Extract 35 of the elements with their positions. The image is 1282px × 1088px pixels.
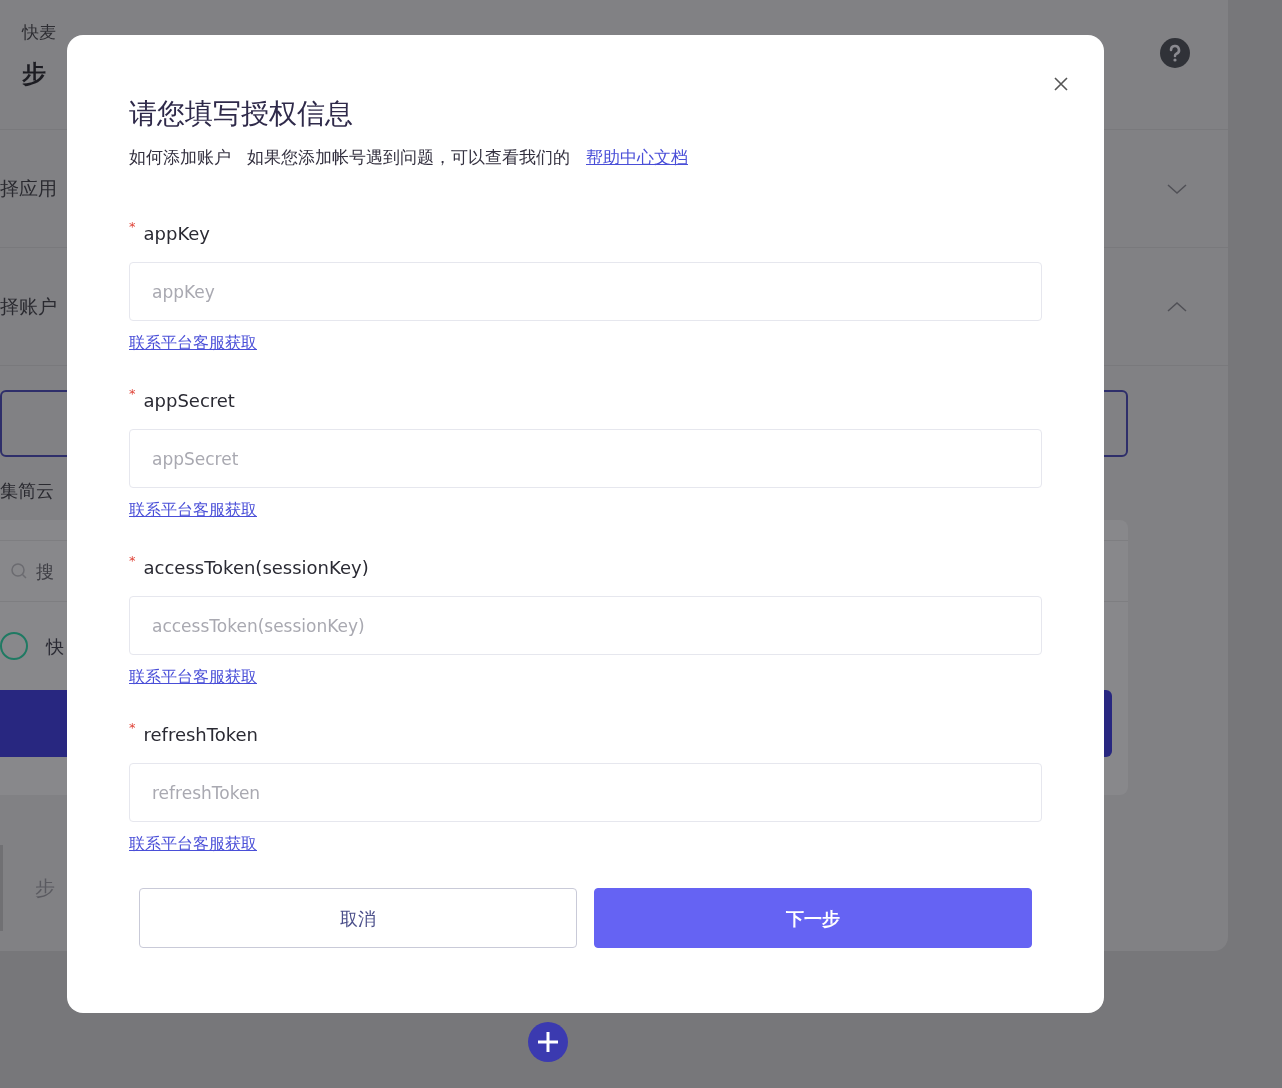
add-icon[interactable] — [528, 1022, 568, 1062]
next-button[interactable]: 下一步 — [594, 888, 1032, 949]
chevron-up-icon[interactable] — [1166, 300, 1188, 313]
dialog-title: 请您填写授权信息 — [129, 97, 354, 131]
input-field[interactable]: refreshToken — [129, 763, 1042, 823]
help-link[interactable]: 联系平台客服获取 — [129, 832, 257, 863]
cancel-button[interactable]: 取消 — [139, 888, 577, 949]
search-icon — [10, 562, 28, 580]
required-mark: * — [129, 220, 136, 234]
app-label: 集简云 — [0, 479, 54, 503]
close-button[interactable] — [1052, 75, 1070, 93]
field-label: accessToken(sessionKey) — [143, 556, 369, 581]
chevron-down-icon[interactable] — [1166, 182, 1188, 195]
radio-button[interactable] — [0, 632, 28, 660]
section-title: 择账户 — [0, 294, 57, 320]
help-link[interactable]: 联系平台客服获取 — [129, 331, 257, 362]
required-mark: * — [129, 721, 136, 735]
input-field[interactable]: appKey — [129, 262, 1042, 322]
help-link[interactable]: 帮助中心文档 — [586, 144, 688, 171]
page-heading: 步 — [22, 58, 46, 90]
field-label: appKey — [143, 222, 210, 247]
help-link[interactable]: 联系平台客服获取 — [129, 498, 257, 529]
required-mark: * — [129, 387, 136, 401]
section-title: 择应用 — [0, 176, 57, 202]
help-text: 如果您添加帐号遇到问题，可以查看我们的 — [247, 145, 570, 169]
help-label: 如何添加账户 — [129, 145, 231, 169]
input-field[interactable]: appSecret — [129, 429, 1042, 489]
input-field[interactable]: accessToken(sessionKey) — [129, 596, 1042, 656]
help-link[interactable]: 联系平台客服获取 — [129, 665, 257, 696]
field-label: appSecret — [143, 389, 235, 414]
breadcrumb-text: 快麦 — [22, 21, 56, 44]
help-icon[interactable] — [1160, 38, 1190, 68]
required-mark: * — [129, 554, 136, 568]
account-name: 快 — [46, 634, 64, 659]
field-label: refreshToken — [143, 723, 258, 748]
